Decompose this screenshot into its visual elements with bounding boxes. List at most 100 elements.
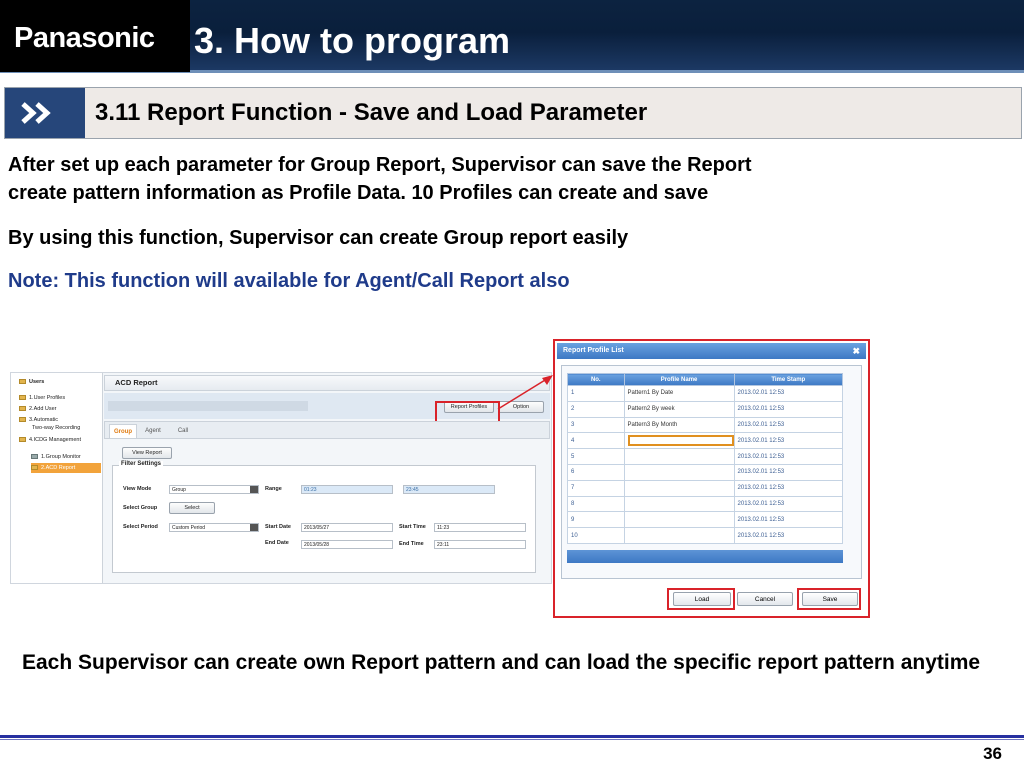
cell-no: 9	[567, 511, 625, 529]
close-icon[interactable]: ✖	[852, 343, 860, 359]
filter-settings: Filter Settings View Mode Group Range 01…	[112, 461, 536, 573]
table-row[interactable]: 2 Pattern2 By week 2013.02.01 12:53	[567, 400, 844, 418]
column-header-time-stamp: Time Stamp	[733, 373, 844, 386]
cell-no: 8	[567, 495, 625, 513]
range-from-field[interactable]: 01:23	[301, 485, 393, 494]
cell-profile-name[interactable]: Pattern3 By Month	[623, 416, 735, 434]
sidebar-item-add-user[interactable]: 2.Add User	[19, 404, 57, 414]
table-row[interactable]: 7 2013.02.01 12:53	[567, 479, 844, 497]
cell-time-stamp: 2013.02.01 12:53	[733, 448, 844, 465]
cell-profile-name[interactable]	[623, 527, 735, 544]
dialog-title: Report Profile List	[557, 343, 866, 359]
view-mode-select[interactable]: Group	[169, 485, 259, 494]
select-group-button[interactable]: Select	[169, 502, 215, 514]
select-period-select[interactable]: Custom Period	[169, 523, 259, 532]
cell-time-stamp: 2013.02.01 12:53	[733, 495, 844, 513]
report-icon	[31, 465, 38, 471]
cell-no: 7	[567, 479, 625, 497]
cell-no: 5	[567, 448, 625, 465]
cancel-button[interactable]: Cancel	[737, 592, 793, 606]
end-date-label: End Date	[265, 540, 289, 546]
range-to-field[interactable]: 23:45	[403, 485, 495, 494]
chevron-down-icon	[250, 524, 258, 531]
cell-time-stamp: 2013.02.01 12:53	[733, 463, 844, 481]
cell-profile-name[interactable]: Pattern2 By week	[623, 400, 735, 418]
page-number: 36	[983, 744, 1002, 763]
footer-rule	[0, 735, 1024, 738]
column-header-no: No.	[567, 373, 625, 386]
tab-agent[interactable]: Agent	[139, 424, 167, 438]
column-header-profile-name: Profile Name	[623, 373, 735, 386]
panel-title: ACD Report	[104, 375, 550, 391]
table-row[interactable]: 9 2013.02.01 12:53	[567, 511, 844, 529]
folder-icon	[19, 379, 26, 385]
table-row[interactable]: 8 2013.02.01 12:53	[567, 495, 844, 513]
tab-call[interactable]: Call	[169, 424, 197, 438]
cell-profile-name[interactable]: Pattern1 By Date	[623, 385, 735, 402]
cell-time-stamp: 2013.02.01 12:53	[733, 527, 844, 544]
double-chevron-icon	[5, 88, 85, 138]
slide-title: 3. How to program	[194, 20, 511, 61]
folder-icon	[19, 417, 26, 423]
sidebar-item-group-monitor[interactable]: 1.Group Monitor	[31, 452, 81, 462]
start-date-label: Start Date	[265, 524, 291, 530]
folder-icon	[19, 395, 26, 401]
sidebar-item-users[interactable]: Users	[19, 377, 44, 387]
report-profile-list-dialog: Report Profile List ✖ No. Profile Name T…	[557, 343, 866, 614]
profile-name-input[interactable]	[627, 435, 734, 447]
end-time-field[interactable]: 23:11	[434, 540, 526, 549]
cell-time-stamp: 2013.02.01 12:53	[733, 432, 844, 450]
bottom-paragraph: Each Supervisor can create own Report pa…	[22, 651, 981, 674]
cell-profile-name[interactable]	[623, 495, 735, 513]
table-row[interactable]: 10 2013.02.01 12:53	[567, 527, 844, 544]
paragraph-2: By using this function, Supervisor can c…	[8, 227, 629, 249]
view-report-button[interactable]: View Report	[122, 447, 172, 459]
table-row[interactable]: 5 2013.02.01 12:53	[567, 448, 844, 465]
paragraph-1-line-1: After set up each parameter for Group Re…	[8, 154, 752, 176]
faded-selector	[108, 401, 308, 411]
highlight-save	[797, 588, 861, 610]
cell-profile-name[interactable]	[623, 479, 735, 497]
cell-no: 6	[567, 463, 625, 481]
acd-report-screenshot: Users 1.User Profiles 2.Add User 3.Autom…	[10, 372, 552, 584]
cell-no: 1	[567, 385, 625, 402]
highlight-load	[667, 588, 735, 610]
highlight-report-profiles	[435, 401, 500, 423]
cell-profile-name[interactable]	[623, 463, 735, 481]
option-button[interactable]: Option	[498, 401, 544, 413]
sidebar-item-two-way: Two-way Recording	[32, 425, 81, 431]
cell-time-stamp: 2013.02.01 12:53	[733, 385, 844, 402]
report-tabs: Group Agent Call	[104, 421, 550, 439]
start-time-field[interactable]: 11:23	[434, 523, 526, 532]
cell-profile-name[interactable]	[623, 432, 735, 450]
note-text: Note: This function will available for A…	[8, 270, 570, 292]
tab-group[interactable]: Group	[109, 424, 137, 438]
chevron-down-icon	[250, 486, 258, 493]
open-folder-icon	[19, 437, 26, 443]
cell-time-stamp: 2013.02.01 12:53	[733, 511, 844, 529]
start-time-label: Start Time	[399, 524, 426, 530]
table-row[interactable]: 1 Pattern1 By Date 2013.02.01 12:53	[567, 385, 844, 402]
cell-profile-name[interactable]	[623, 448, 735, 465]
table-footer	[567, 550, 843, 563]
cell-profile-name[interactable]	[623, 511, 735, 529]
filter-settings-legend: Filter Settings	[119, 461, 164, 467]
sidebar-item-icdg[interactable]: 4.ICDG Management	[19, 435, 81, 445]
cell-time-stamp: 2013.02.01 12:53	[733, 416, 844, 434]
monitor-icon	[31, 454, 38, 460]
cell-no: 3	[567, 416, 625, 434]
table-row[interactable]: 4 2013.02.01 12:53	[567, 432, 844, 450]
table-row[interactable]: 3 Pattern3 By Month 2013.02.01 12:53	[567, 416, 844, 434]
sidebar-item-acd-report[interactable]: 2.ACD Report	[31, 463, 101, 473]
logo-text: Panasonic	[14, 22, 155, 54]
end-date-field[interactable]: 2013/05/28	[301, 540, 393, 549]
start-date-field[interactable]: 2013/05/27	[301, 523, 393, 532]
table-row[interactable]: 6 2013.02.01 12:53	[567, 463, 844, 481]
cell-no: 4	[567, 432, 625, 450]
select-period-label: Select Period	[123, 524, 158, 530]
section-header: 3.11 Report Function - Save and Load Par…	[4, 87, 1022, 139]
select-group-label: Select Group	[123, 505, 158, 511]
sidebar-item-user-profiles[interactable]: 1.User Profiles	[19, 393, 65, 403]
cell-no: 2	[567, 400, 625, 418]
cell-time-stamp: 2013.02.01 12:53	[733, 400, 844, 418]
